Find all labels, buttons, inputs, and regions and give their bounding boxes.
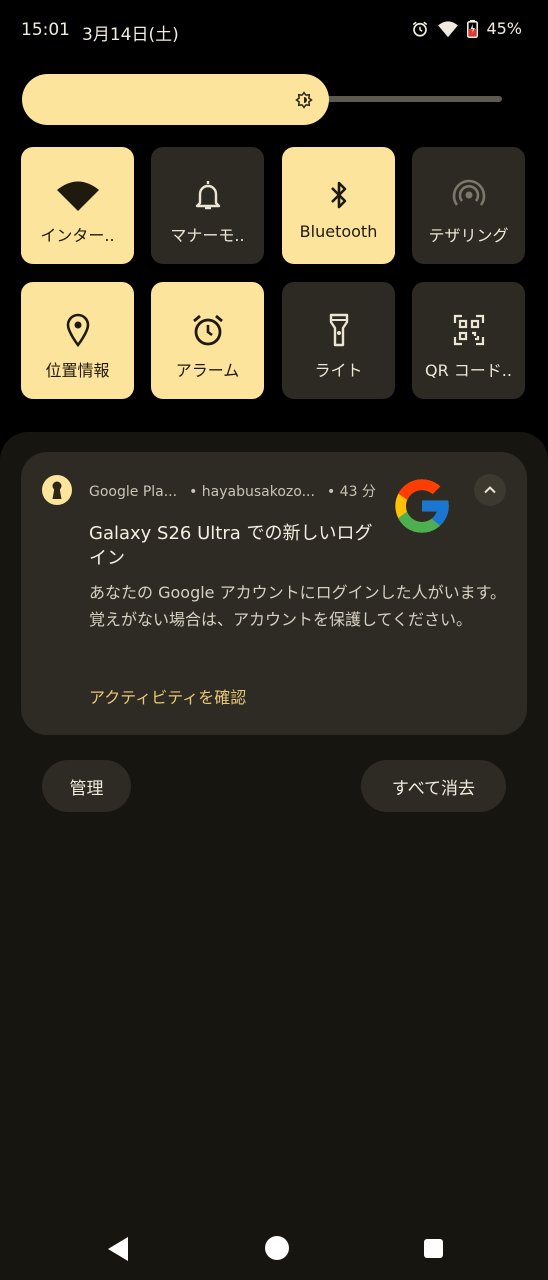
review-activity-button[interactable]: アクティビティを確認: [89, 684, 246, 708]
collapse-button[interactable]: [474, 474, 506, 506]
home-button[interactable]: [265, 1236, 289, 1260]
chevron-up-icon: [484, 486, 496, 494]
tile-flashlight[interactable]: ライト: [282, 282, 395, 399]
tile-label: QR コード..: [425, 361, 512, 380]
notification-app-name: Google Pla...: [89, 484, 178, 500]
flashlight-icon: [328, 312, 350, 348]
brightness-slider-fill[interactable]: [22, 74, 329, 125]
tile-tethering[interactable]: テザリング: [412, 147, 525, 264]
tile-label: インター..: [40, 226, 115, 245]
back-button[interactable]: [106, 1236, 130, 1266]
keyhole-icon: [42, 475, 72, 505]
clear-all-button[interactable]: すべて消去: [361, 760, 506, 812]
notification-title: Galaxy S26 Ultra での新しいログイン: [89, 523, 373, 569]
tile-label: アラーム: [175, 361, 240, 380]
status-time: 15:01: [21, 20, 70, 40]
recents-button[interactable]: [424, 1239, 443, 1258]
tile-label: マナーモ..: [170, 226, 245, 245]
battery-percent: 45%: [486, 19, 522, 38]
notification-body: あなたの Google アカウントにログインした人がいます。覚えがない場合は、ア…: [89, 583, 506, 629]
tile-label: Bluetooth: [299, 222, 378, 241]
bell-icon: [194, 177, 222, 213]
brightness-icon: [295, 91, 313, 109]
tile-qr-code[interactable]: QR コード..: [412, 282, 525, 399]
tile-internet[interactable]: インター..: [21, 147, 134, 264]
wifi-icon: [56, 177, 100, 213]
tile-location[interactable]: 位置情報: [21, 282, 134, 399]
tile-label: テザリング: [428, 226, 509, 245]
notification-header: Google Pla... • hayabusakozo... • 43 分: [89, 481, 388, 501]
status-date: 3月14日(土): [82, 25, 179, 45]
wifi-icon: [437, 20, 459, 38]
location-icon: [65, 312, 91, 348]
tile-bluetooth[interactable]: Bluetooth: [282, 147, 395, 264]
tile-alarm[interactable]: アラーム: [151, 282, 264, 399]
bluetooth-icon: [328, 177, 350, 213]
hotspot-icon: [452, 177, 486, 213]
tile-label: 位置情報: [45, 361, 110, 380]
notification-account: • hayabusakozo...: [189, 484, 315, 500]
tile-label: ライト: [314, 361, 363, 380]
alarm-icon: [411, 20, 429, 38]
qr-code-icon: [453, 312, 485, 348]
tile-silent-mode[interactable]: マナーモ..: [151, 147, 264, 264]
back-triangle-icon: [108, 1237, 128, 1261]
notification-time: • 43 分: [326, 484, 376, 500]
manage-button[interactable]: 管理: [42, 760, 131, 812]
battery-charging-icon: [467, 19, 479, 38]
google-logo-icon: [390, 474, 454, 538]
status-icons: 45%: [411, 19, 522, 38]
alarm-icon: [191, 312, 225, 348]
